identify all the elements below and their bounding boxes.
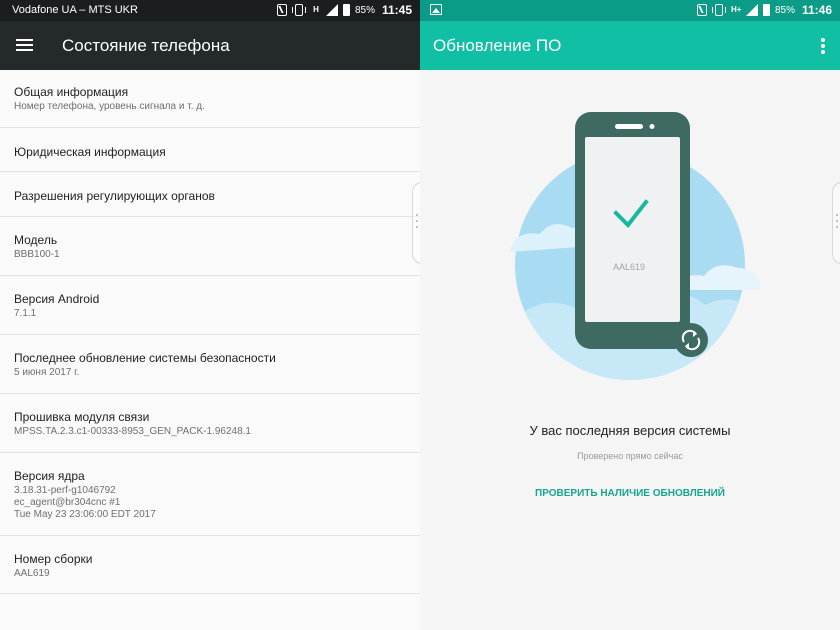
phone-camera: [649, 124, 655, 129]
list-item-subtitle: Номер телефона, уровень сигнала и т. д.: [14, 101, 205, 112]
list-item-title: Версия ядра: [14, 469, 85, 483]
sync-badge: [674, 323, 708, 357]
signal-icon: [745, 4, 758, 16]
clock: 11:46: [801, 3, 832, 17]
list-item-kernel: Версия ядра 3.18.31-perf-g1046792 ec_age…: [0, 453, 420, 536]
check-updates-button[interactable]: ПРОВЕРИТЬ НАЛИЧИЕ ОБНОВЛЕНИЙ: [420, 488, 840, 499]
vibrate-icon: [291, 4, 306, 16]
page-title: Обновление ПО: [433, 36, 562, 55]
list-item-title: Общая информация: [14, 85, 129, 99]
phone-screen-label: AAL619: [613, 262, 645, 272]
phone-speaker: [615, 124, 643, 129]
software-update-screen: H+ 85% 11:46 Обновление ПО AAL619 У вас …: [420, 0, 840, 630]
battery-icon: [762, 4, 770, 16]
list-item-title: Версия Android: [14, 292, 100, 306]
battery-percent: 85%: [774, 4, 795, 16]
phone-screen: [585, 137, 680, 322]
list-item-security-patch: Последнее обновление системы безопасност…: [0, 335, 420, 394]
list-item-subtitle: 7.1.1: [14, 308, 37, 319]
last-checked-text: Проверено прямо сейчас: [577, 451, 683, 461]
list-item-title: Разрешения регулирующих органов: [14, 189, 215, 203]
list-item-subtitle: 3.18.31-perf-g1046792 ec_agent@br304cnc …: [14, 485, 156, 520]
vibrate-icon: [711, 4, 726, 16]
list-item-title: Прошивка модуля связи: [14, 410, 150, 424]
settings-list: Общая информация Номер телефона, уровень…: [0, 70, 420, 594]
network-type-icon: H: [313, 5, 319, 14]
phone-status-screen: Vodafone UA – MTS UKR H 85% 11:45 Состоя…: [0, 0, 420, 630]
list-item-baseband: Прошивка модуля связи MPSS.TA.2.3.c1-003…: [0, 394, 420, 453]
status-bar: Vodafone UA – MTS UKR H 85% 11:45: [0, 0, 420, 21]
list-item-title: Номер сборки: [14, 552, 93, 566]
network-type-icon: H+: [730, 5, 742, 14]
list-item-general-info[interactable]: Общая информация Номер телефона, уровень…: [0, 70, 420, 128]
app-bar: Состояние телефона: [0, 21, 420, 70]
update-status-message: У вас последняя версия системы: [529, 423, 731, 438]
list-item-subtitle: AAL619: [14, 568, 50, 579]
overflow-menu-icon[interactable]: [821, 38, 825, 56]
edge-panel-handle[interactable]: [410, 182, 420, 264]
phone-up-to-date-illustration: AAL619: [510, 112, 760, 380]
nfc-icon: [696, 4, 707, 16]
list-item-subtitle: 5 июня 2017 г.: [14, 367, 80, 378]
list-item-model: Модель BBB100-1: [0, 217, 420, 276]
carrier-name: Vodafone UA – MTS UKR: [12, 4, 138, 16]
list-item-title: Последнее обновление системы безопасност…: [14, 351, 276, 365]
nfc-icon: [276, 4, 287, 16]
list-item-build-number[interactable]: Номер сборки AAL619: [0, 536, 420, 594]
page-title: Состояние телефона: [62, 36, 230, 55]
list-item-title: Юридическая информация: [14, 145, 166, 159]
image-notification-icon: [430, 4, 442, 15]
list-item-title: Модель: [14, 233, 58, 247]
list-item-android-version[interactable]: Версия Android 7.1.1: [0, 276, 420, 335]
clock: 11:45: [381, 3, 412, 17]
list-item-legal-info[interactable]: Юридическая информация: [0, 128, 420, 172]
menu-icon[interactable]: [16, 39, 33, 51]
app-bar: Обновление ПО: [420, 21, 840, 70]
list-item-regulatory[interactable]: Разрешения регулирующих органов: [0, 172, 420, 217]
signal-icon: [325, 4, 338, 16]
battery-icon: [342, 4, 350, 16]
edge-panel-handle[interactable]: [830, 182, 840, 264]
status-bar: H+ 85% 11:46: [420, 0, 840, 21]
list-item-subtitle: BBB100-1: [14, 249, 60, 260]
battery-percent: 85%: [354, 4, 375, 16]
list-item-subtitle: MPSS.TA.2.3.c1-00333-8953_GEN_PACK-1.962…: [14, 426, 251, 437]
